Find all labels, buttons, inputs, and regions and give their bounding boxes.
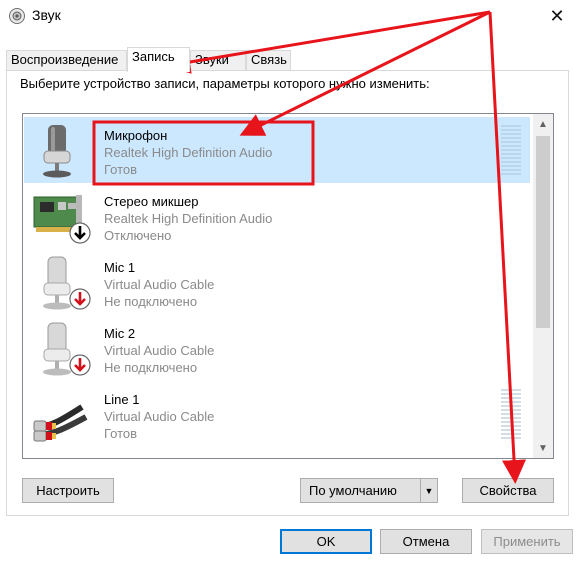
device-list[interactable]: Микрофон Realtek High Definition Audio Г…: [22, 113, 554, 459]
device-driver: Realtek High Definition Audio: [104, 145, 273, 160]
cancel-button[interactable]: Отмена: [380, 529, 472, 554]
scroll-up-button[interactable]: ▲: [533, 114, 553, 134]
device-status: Готов: [104, 162, 138, 177]
list-item[interactable]: Mic 2 Virtual Audio Cable Не подключено: [24, 315, 530, 381]
tab-sounds[interactable]: Звуки: [190, 50, 246, 70]
properties-button[interactable]: Свойства: [462, 478, 554, 503]
sound-card-icon: [33, 195, 91, 244]
close-icon: ✕: [549, 5, 565, 26]
list-item[interactable]: Стерео микшер Realtek High Definition Au…: [24, 183, 530, 249]
title-bar: Звук ✕: [0, 0, 580, 32]
microphone-icon: [43, 125, 71, 178]
device-driver: Virtual Audio Cable: [104, 343, 215, 358]
tab-playback[interactable]: Воспроизведение: [6, 50, 127, 70]
apply-button[interactable]: Применить: [481, 529, 573, 554]
window-title: Звук: [32, 7, 61, 23]
tab-communications[interactable]: Связь: [246, 50, 291, 70]
chevron-down-icon: ▼: [538, 442, 548, 454]
device-status: Готов: [104, 426, 138, 441]
level-meter: [501, 389, 521, 441]
list-item[interactable]: Line 1 Virtual Audio Cable Готов: [24, 381, 530, 447]
microphone-icon: [43, 256, 91, 310]
device-driver: Realtek High Definition Audio: [104, 211, 273, 226]
device-status: Не подключено: [104, 294, 198, 309]
set-default-button[interactable]: По умолчанию ▼: [300, 478, 438, 503]
device-status: Отключено: [104, 228, 172, 243]
close-button[interactable]: ✕: [534, 0, 580, 32]
device-name: Mic 1: [104, 260, 136, 275]
list-item[interactable]: Mic 1 Virtual Audio Cable Не подключено: [24, 249, 530, 315]
device-driver: Virtual Audio Cable: [104, 409, 215, 424]
ok-button[interactable]: OK: [280, 529, 372, 554]
vertical-scrollbar[interactable]: ▲ ▼: [533, 114, 553, 458]
device-name: Line 1: [104, 392, 140, 407]
chevron-up-icon: ▲: [538, 118, 548, 130]
chevron-down-icon[interactable]: ▼: [420, 479, 437, 502]
device-status: Не подключено: [104, 360, 198, 375]
speaker-icon: [9, 8, 25, 24]
scroll-down-button[interactable]: ▼: [533, 438, 553, 458]
audio-cable-icon: [33, 404, 88, 442]
instruction-text: Выберите устройство записи, параметры ко…: [20, 76, 430, 91]
configure-button[interactable]: Настроить: [22, 478, 114, 503]
tab-recording[interactable]: Запись: [127, 47, 190, 72]
device-name: Mic 2: [104, 326, 136, 341]
microphone-icon: [43, 322, 91, 376]
level-meter: [501, 125, 521, 177]
device-name: Стерео микшер: [104, 194, 199, 209]
list-item[interactable]: Микрофон Realtek High Definition Audio Г…: [24, 117, 530, 183]
device-driver: Virtual Audio Cable: [104, 277, 215, 292]
set-default-label: По умолчанию: [309, 483, 397, 498]
scrollbar-thumb[interactable]: [536, 136, 550, 328]
device-name: Микрофон: [104, 128, 168, 143]
